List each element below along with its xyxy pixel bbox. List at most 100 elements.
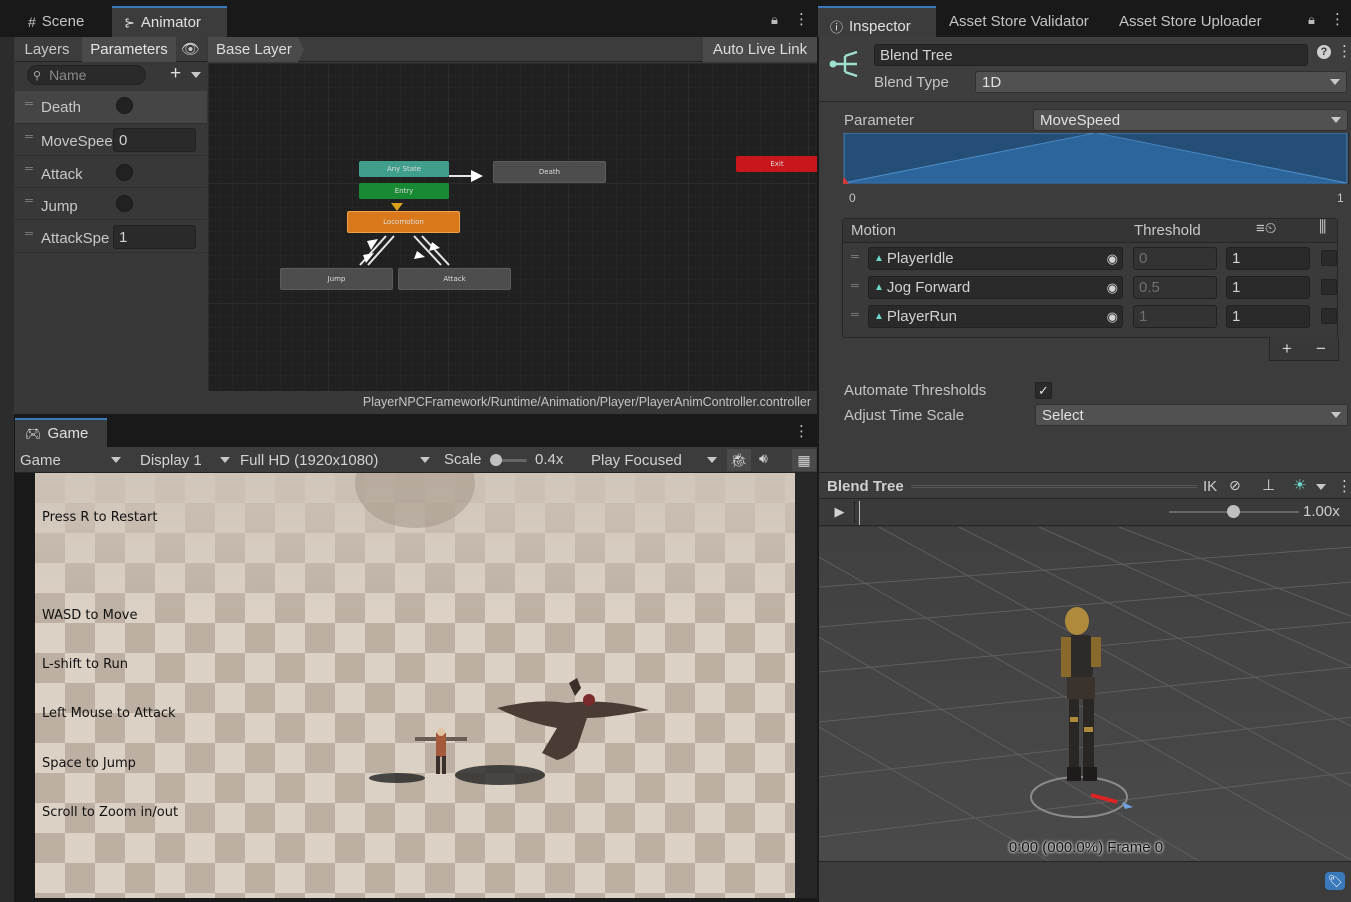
- add-motion-button[interactable]: +: [1282, 339, 1292, 359]
- tab-layers-label: Layers: [24, 41, 70, 58]
- more-menu-icon[interactable]: ⋮: [794, 10, 809, 28]
- node-locomotion[interactable]: Locomotion: [347, 211, 460, 233]
- auto-live-link-toggle[interactable]: Auto Live Link: [703, 37, 817, 62]
- tab-animator[interactable]: ⊱ Animator: [112, 6, 227, 37]
- time-scale-field[interactable]: 1: [1226, 247, 1310, 270]
- time-scale-field[interactable]: 1: [1226, 276, 1310, 299]
- parameter-row-jump[interactable]: ═ Jump: [15, 187, 207, 219]
- preview-viewport[interactable]: 0:00 (000.0%) Frame 0: [819, 527, 1351, 861]
- parameter-dropdown[interactable]: MoveSpeed: [1033, 109, 1348, 131]
- drag-handle-icon[interactable]: ═: [25, 228, 33, 240]
- object-picker-icon[interactable]: ◉: [1107, 280, 1118, 296]
- pivot-off-icon[interactable]: ⊘: [1229, 477, 1241, 494]
- avatar-dropdown-icon[interactable]: [1316, 484, 1326, 490]
- tab-layers[interactable]: Layers: [15, 37, 79, 62]
- drag-handle-icon[interactable]: ═: [25, 195, 33, 207]
- animator-subtabs: Layers Parameters 👁︎: [15, 37, 207, 62]
- timeline-cursor[interactable]: [859, 501, 860, 525]
- mirror-checkbox[interactable]: [1321, 308, 1337, 324]
- add-parameter-button[interactable]: +: [170, 63, 181, 85]
- speed-slider-handle[interactable]: [1227, 505, 1240, 518]
- lock-icon[interactable]: 🔒︎: [771, 12, 778, 28]
- parameter-row-attackspeed[interactable]: ═ AttackSpe 1: [15, 219, 207, 253]
- more-menu-icon[interactable]: ⋮: [1337, 477, 1351, 495]
- tab-game[interactable]: 🎮︎ Game: [15, 418, 107, 447]
- adjust-time-scale-dropdown[interactable]: Select: [1035, 404, 1348, 426]
- drag-handle-icon[interactable]: ═: [851, 309, 859, 321]
- eye-icon[interactable]: 👁︎: [181, 40, 200, 58]
- node-death[interactable]: Death: [493, 161, 606, 183]
- motion-row[interactable]: ═ ▲ Jog Forward ◉ 0.5 1: [843, 276, 1337, 305]
- axis-icon[interactable]: ⊥: [1262, 476, 1275, 494]
- dropdown-value: Full HD (1920x1080): [240, 451, 379, 469]
- tab-asset-store-uploader[interactable]: Asset Store Uploader: [1107, 6, 1274, 37]
- motion-row[interactable]: ═ ▲ PlayerIdle ◉ 0 1: [843, 247, 1337, 276]
- play-mode-dropdown[interactable]: Play Focused: [585, 447, 721, 473]
- trigger-toggle[interactable]: [116, 97, 133, 114]
- time-scale-field[interactable]: 1: [1226, 305, 1310, 328]
- scale-slider-handle[interactable]: [490, 454, 502, 466]
- hint-zoom: Scroll to Zoom in/out: [42, 804, 179, 820]
- tab-asset-store-validator[interactable]: Asset Store Validator: [937, 6, 1101, 37]
- speed-value: 1: [1232, 279, 1241, 296]
- bug-icon[interactable]: 🐞︎: [727, 449, 751, 471]
- parameter-row-attack[interactable]: ═ Attack: [15, 155, 207, 187]
- drag-handle-icon[interactable]: ═: [851, 280, 859, 292]
- parameter-search-input[interactable]: ⚲ Name: [27, 65, 146, 85]
- state-graph[interactable]: Any State Entry Locomotion Death Exit Ju…: [208, 63, 817, 391]
- drag-handle-icon[interactable]: ═: [851, 251, 859, 263]
- object-name-field[interactable]: Blend Tree: [874, 44, 1308, 66]
- object-picker-icon[interactable]: ◉: [1107, 251, 1118, 267]
- parameter-float-field[interactable]: 0: [113, 128, 196, 152]
- tab-parameters[interactable]: Parameters: [82, 37, 176, 62]
- parameter-row-movespeed[interactable]: ═ MoveSpee 0: [15, 123, 207, 155]
- tab-parameters-label: Parameters: [90, 41, 168, 58]
- trigger-toggle[interactable]: [116, 164, 133, 181]
- display-dropdown[interactable]: Display 1: [134, 447, 234, 473]
- help-icon[interactable]: ?: [1317, 45, 1331, 59]
- lock-icon[interactable]: 🔒︎: [1308, 12, 1315, 28]
- motion-object-field[interactable]: ▲ PlayerRun ◉: [868, 305, 1123, 328]
- mirror-checkbox[interactable]: [1321, 250, 1337, 266]
- more-menu-icon[interactable]: ⋮: [1330, 10, 1345, 28]
- node-entry[interactable]: Entry: [359, 183, 449, 199]
- label-tag-icon[interactable]: 🏷︎: [1325, 872, 1345, 890]
- mirror-checkbox[interactable]: [1321, 279, 1337, 295]
- motion-object-field[interactable]: ▲ Jog Forward ◉: [868, 276, 1123, 299]
- drag-handle-icon[interactable]: ═: [25, 98, 33, 110]
- motion-row[interactable]: ═ ▲ PlayerRun ◉ 1 1: [843, 305, 1337, 334]
- avatar-icon[interactable]: ☀: [1293, 476, 1306, 494]
- object-picker-icon[interactable]: ◉: [1107, 309, 1118, 325]
- game-view[interactable]: Press R to Restart WASD to Move L-shift …: [35, 473, 795, 898]
- resolution-dropdown[interactable]: Full HD (1920x1080): [234, 447, 434, 473]
- more-menu-icon[interactable]: ⋮: [794, 422, 809, 440]
- node-label: Entry: [394, 187, 414, 195]
- parameter-float-field[interactable]: 1: [113, 225, 196, 249]
- drag-handle-icon[interactable]: ═: [25, 163, 33, 175]
- node-attack[interactable]: Attack: [398, 268, 511, 290]
- trigger-toggle[interactable]: [116, 195, 133, 212]
- drag-handle-icon[interactable]: ═: [25, 131, 33, 143]
- audio-icon[interactable]: 🔊︎: [759, 450, 768, 467]
- drag-bar[interactable]: [911, 485, 1197, 488]
- node-any-state[interactable]: Any State: [359, 161, 449, 177]
- adjust-time-scale-label: Adjust Time Scale: [844, 407, 965, 424]
- play-button[interactable]: ▶: [825, 501, 855, 523]
- threshold-field: 0: [1133, 247, 1217, 270]
- motion-object-field[interactable]: ▲ PlayerIdle ◉: [868, 247, 1123, 270]
- tab-scene[interactable]: # Scene: [16, 6, 96, 37]
- blend-type-dropdown[interactable]: 1D: [975, 71, 1347, 93]
- add-parameter-dropdown-icon[interactable]: [191, 72, 201, 78]
- ik-toggle[interactable]: IK: [1203, 478, 1217, 495]
- node-jump[interactable]: Jump: [280, 268, 393, 290]
- more-menu-icon[interactable]: ⋮: [1337, 42, 1351, 60]
- parameter-row-death[interactable]: ═ Death: [15, 91, 207, 123]
- game-mode-dropdown[interactable]: Game: [15, 447, 127, 473]
- node-exit[interactable]: Exit: [736, 156, 817, 172]
- blend-graph[interactable]: [843, 133, 1349, 184]
- automate-thresholds-checkbox[interactable]: ✓: [1035, 382, 1052, 399]
- breadcrumb[interactable]: Base Layer: [208, 37, 304, 62]
- gizmos-icon[interactable]: ▦: [792, 449, 816, 471]
- chevron-down-icon: [220, 457, 230, 463]
- remove-motion-button[interactable]: −: [1316, 339, 1326, 359]
